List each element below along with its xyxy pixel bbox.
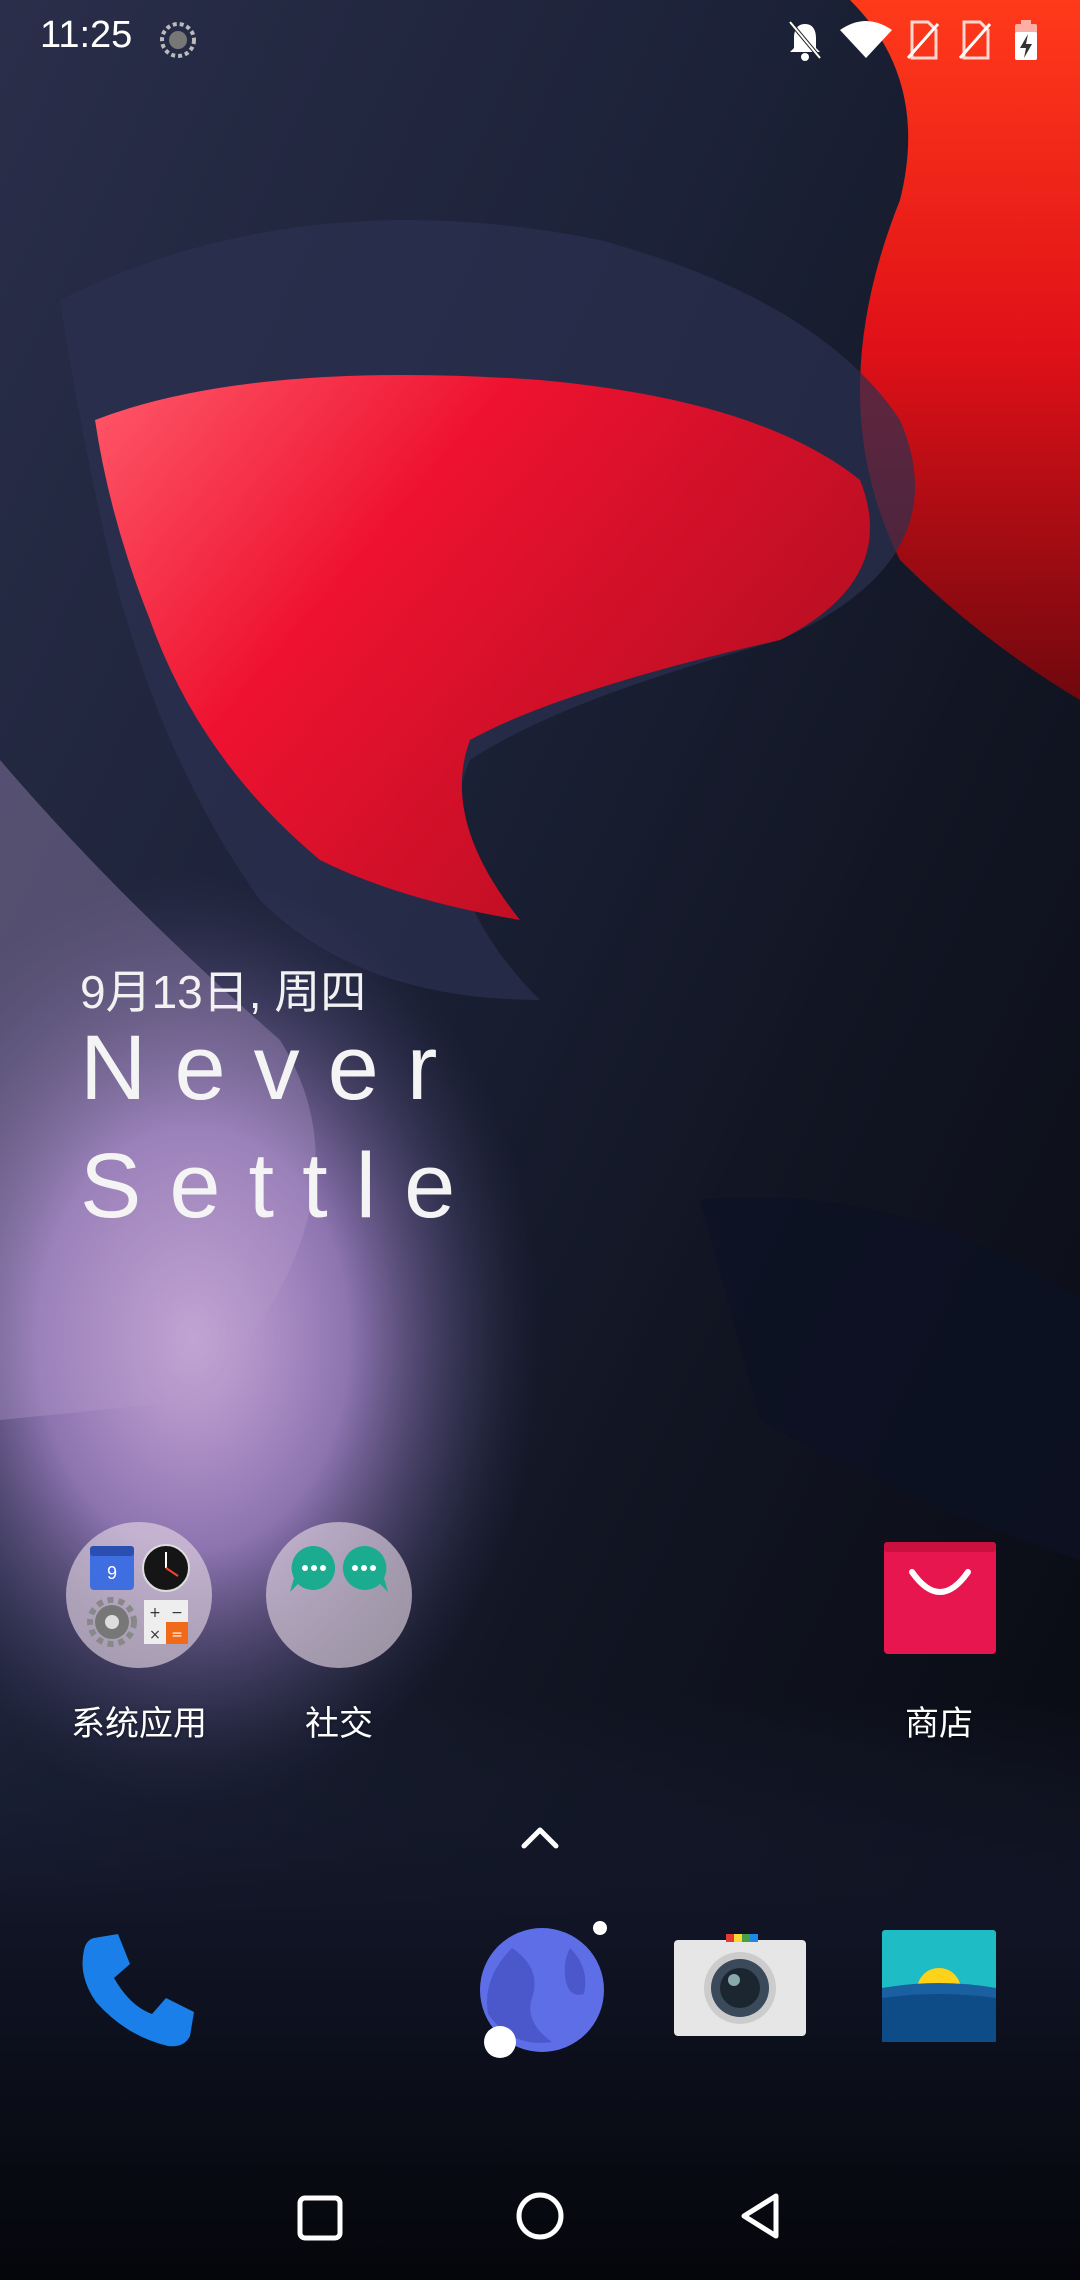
store-label: 商店 <box>905 1704 973 1744</box>
chevron-up-icon[interactable] <box>516 1822 564 1852</box>
no-sim-icon <box>906 20 940 60</box>
store-icon <box>884 1542 996 1654</box>
phone-icon[interactable] <box>72 1926 202 2056</box>
system-apps-folder-icon: 9 + − × = <box>87 1544 190 1647</box>
back-button[interactable] <box>736 2190 788 2242</box>
bell-off-icon <box>788 20 822 61</box>
system-apps-label: 系统应用 <box>71 1704 207 1744</box>
no-sim-icon <box>958 20 992 60</box>
svg-text:+: + <box>149 1605 161 1621</box>
home-button[interactable] <box>514 2190 566 2242</box>
slogan-line-1: Never <box>80 1017 466 1119</box>
recents-button[interactable] <box>296 2194 344 2242</box>
camera-icon[interactable] <box>672 1934 808 2038</box>
status-clock: 11:25 <box>40 14 133 56</box>
status-bar: 11:25 <box>0 0 1080 80</box>
store-app[interactable]: 商店 <box>846 1512 1032 1752</box>
dock <box>0 1900 1080 2090</box>
social-folder-icon <box>290 1545 388 1592</box>
system-apps-folder[interactable]: 9 + − × = 系统应用 <box>46 1512 232 1752</box>
social-label: 社交 <box>305 1704 373 1744</box>
svg-text:9: 9 <box>107 1563 117 1583</box>
loading-icon <box>160 22 196 58</box>
svg-text:−: − <box>171 1605 183 1621</box>
svg-text:=: = <box>171 1627 183 1643</box>
slogan-line-2: Settle <box>80 1135 484 1237</box>
social-folder[interactable]: 社交 <box>246 1512 432 1752</box>
navigation-bar <box>0 2140 1080 2280</box>
wifi-icon <box>840 21 892 58</box>
browser-icon[interactable] <box>472 1918 612 2058</box>
svg-text:×: × <box>149 1627 161 1643</box>
battery-charging-icon <box>1015 20 1037 60</box>
date-label[interactable]: 9月13日, 周四 <box>80 956 366 1022</box>
gallery-icon[interactable] <box>880 1928 998 2044</box>
